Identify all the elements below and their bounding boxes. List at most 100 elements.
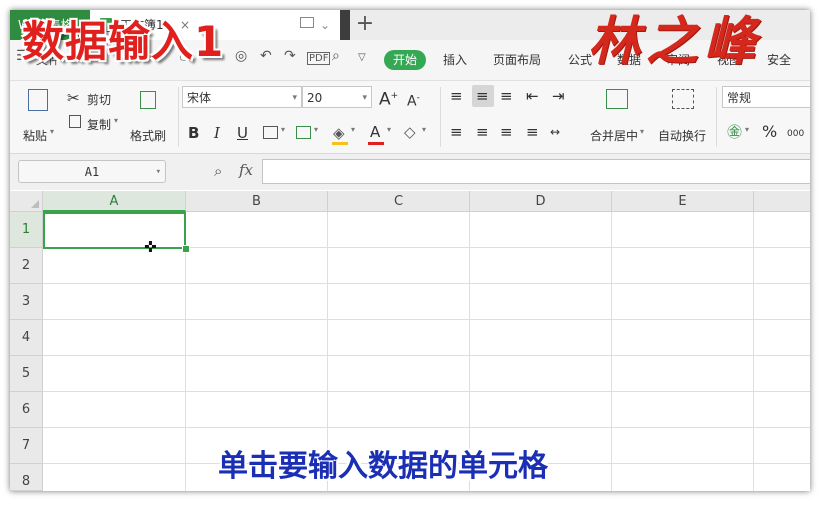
- toolbar-divider: [440, 87, 441, 147]
- align-right-icon[interactable]: ≡: [500, 123, 513, 141]
- column-header-blank[interactable]: [754, 191, 810, 212]
- decrease-indent-icon[interactable]: ⇤: [526, 87, 539, 105]
- eraser-icon[interactable]: ◇: [404, 123, 416, 141]
- font-name-value: 宋体: [187, 91, 212, 105]
- font-name-select[interactable]: 宋体 ▾: [182, 86, 302, 108]
- paste-dropdown-icon[interactable]: ▾: [50, 127, 54, 136]
- name-box-value: A1: [84, 165, 100, 179]
- row-header-6[interactable]: 6: [10, 392, 43, 428]
- merge-dropdown-icon[interactable]: ▾: [640, 127, 644, 136]
- copy-dropdown-icon[interactable]: ▾: [114, 116, 118, 125]
- border-icon[interactable]: [263, 126, 278, 139]
- grow-font-superscript: +: [390, 91, 399, 101]
- undo-icon[interactable]: ↶: [260, 48, 272, 64]
- chevron-down-icon: ▾: [292, 93, 297, 103]
- active-cell-a1[interactable]: [43, 212, 186, 249]
- new-tab-button[interactable]: +: [350, 10, 380, 40]
- font-color-icon[interactable]: A: [370, 123, 380, 141]
- redo-icon[interactable]: ↷: [284, 48, 296, 64]
- column-header-d[interactable]: D: [470, 191, 612, 212]
- row-gridline: [43, 319, 810, 320]
- fill-color-dropdown-icon[interactable]: ▾: [351, 125, 355, 134]
- tab-home[interactable]: 开始: [384, 50, 426, 70]
- number-format-select[interactable]: 常规: [722, 86, 810, 108]
- column-header-c[interactable]: C: [328, 191, 470, 212]
- align-top-icon[interactable]: ≡: [450, 87, 463, 105]
- pdf-export-icon[interactable]: PDF: [307, 52, 331, 65]
- underline-button[interactable]: U: [237, 124, 248, 142]
- row-header-3[interactable]: 3: [10, 284, 43, 320]
- currency-dropdown-icon[interactable]: ▾: [745, 125, 749, 134]
- monitor-icon[interactable]: [300, 17, 314, 28]
- toolbar-divider: [716, 87, 717, 147]
- select-all-corner[interactable]: [10, 191, 43, 212]
- currency-icon[interactable]: ㊎: [727, 123, 742, 141]
- cell-style-icon[interactable]: [296, 126, 311, 139]
- preview-icon[interactable]: ◎: [235, 48, 247, 64]
- increase-indent-icon[interactable]: ⇥: [552, 87, 565, 105]
- column-header-a[interactable]: A: [43, 191, 186, 212]
- justify-icon[interactable]: ≡: [526, 123, 539, 141]
- shrink-font-button[interactable]: A-: [407, 89, 420, 111]
- pin-icon[interactable]: ⌄: [320, 10, 330, 40]
- tab-security[interactable]: 安全: [767, 50, 791, 70]
- clipboard-icon: [28, 89, 48, 111]
- format-painter-label: 格式刷: [130, 129, 167, 143]
- row-gridline: [43, 391, 810, 392]
- column-header-b[interactable]: B: [186, 191, 328, 212]
- cut-label: 剪切: [87, 93, 112, 107]
- name-box[interactable]: A1 ▾: [18, 160, 166, 183]
- tab-separator: [340, 10, 350, 40]
- distribute-icon[interactable]: ↔: [550, 123, 560, 141]
- insert-function-button[interactable]: fx: [239, 161, 253, 179]
- row-gridline: [43, 283, 810, 284]
- spreadsheet-grid[interactable]: A B C D E 1 2 3 4 5 6 7 8 ✜: [10, 191, 810, 491]
- tutorial-caption: 单击要输入数据的单元格: [218, 449, 548, 484]
- cell-style-dropdown-icon[interactable]: ▾: [314, 125, 318, 134]
- grow-font-label: A: [379, 89, 391, 110]
- border-dropdown-icon[interactable]: ▾: [281, 125, 285, 134]
- tutorial-title: 数据输入1: [22, 17, 225, 66]
- align-left-icon[interactable]: ≡: [450, 123, 463, 141]
- wrap-text-label: 自动换行: [658, 129, 707, 143]
- font-color-dropdown-icon[interactable]: ▾: [387, 125, 391, 134]
- align-middle-icon[interactable]: ≡: [476, 87, 489, 105]
- row-gridline: [43, 427, 810, 428]
- tab-page-layout[interactable]: 页面布局: [493, 50, 541, 70]
- percent-button[interactable]: %: [762, 123, 777, 141]
- copy-icon: [69, 115, 81, 128]
- format-painter-icon: [140, 91, 156, 109]
- shrink-font-label: A: [407, 93, 417, 110]
- formula-input[interactable]: [262, 159, 810, 184]
- grow-font-button[interactable]: A+: [379, 87, 398, 109]
- comma-style-button[interactable]: 000: [787, 125, 804, 143]
- fill-handle[interactable]: [182, 245, 190, 253]
- font-size-select[interactable]: 20 ▾: [302, 86, 372, 108]
- bold-button[interactable]: B: [188, 124, 199, 142]
- italic-button[interactable]: I: [214, 124, 220, 142]
- merge-cells-icon: [606, 89, 628, 109]
- row-header-8[interactable]: 8: [10, 464, 43, 491]
- toolbar-divider: [178, 87, 179, 147]
- fill-color-icon[interactable]: ◈: [333, 124, 345, 142]
- quick-access-dropdown-icon[interactable]: ▽: [358, 52, 366, 63]
- row-header-2[interactable]: 2: [10, 248, 43, 284]
- row-header-5[interactable]: 5: [10, 356, 43, 392]
- tab-insert[interactable]: 插入: [443, 50, 467, 70]
- scissors-icon: ✂: [67, 89, 80, 107]
- row-header-1[interactable]: 1: [10, 212, 43, 248]
- zoom-formula-icon[interactable]: ⌕: [214, 162, 222, 180]
- align-center-icon[interactable]: ≡: [476, 123, 489, 141]
- column-header-e[interactable]: E: [612, 191, 754, 212]
- chevron-down-icon: ▾: [155, 167, 161, 177]
- fill-color-swatch: [332, 142, 348, 145]
- align-bottom-icon[interactable]: ≡: [500, 87, 513, 105]
- font-color-swatch: [368, 142, 384, 145]
- eraser-dropdown-icon[interactable]: ▾: [422, 125, 426, 134]
- search-icon[interactable]: ⌕: [332, 48, 340, 64]
- spreadsheet-window: WPS 表格 工作簿1 × ⌄ + ☰ 文件 ▣ ⎙ ◎ ↶ ↷ PDF ⌕ ▽…: [10, 10, 810, 491]
- paste-label: 粘贴: [23, 129, 48, 143]
- crosshair-cursor-icon: ✜: [144, 238, 157, 256]
- row-header-7[interactable]: 7: [10, 428, 43, 464]
- row-header-4[interactable]: 4: [10, 320, 43, 356]
